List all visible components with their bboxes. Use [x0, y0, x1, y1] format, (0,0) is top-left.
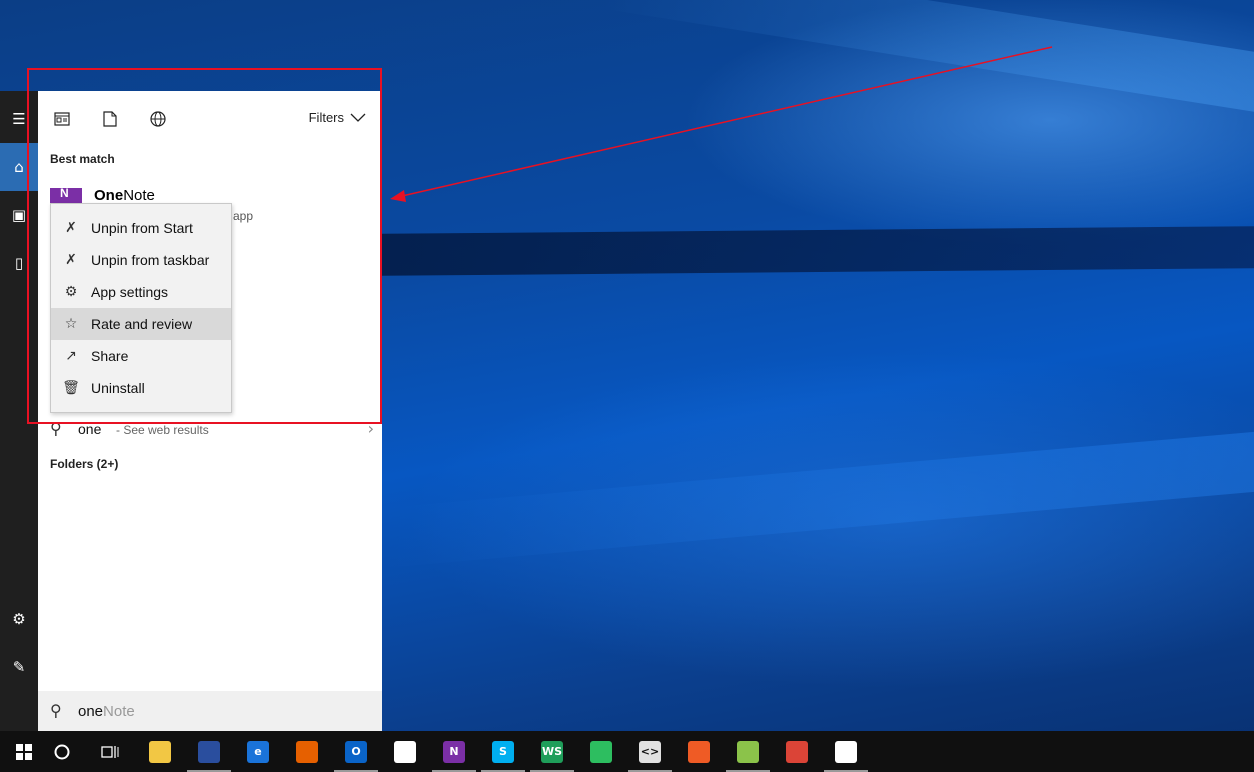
cortana-button[interactable]: [38, 731, 86, 772]
annotation-arrow: [390, 46, 1053, 202]
notepad-plus-icon: [737, 740, 759, 763]
taskbar-save-button[interactable]: [185, 731, 233, 772]
code-editor-icon: <>: [639, 740, 661, 763]
taskbar-skype-button[interactable]: S: [479, 731, 527, 772]
task-view-button[interactable]: [86, 731, 134, 772]
taskbar-evernote-button[interactable]: [577, 731, 625, 772]
taskbar-outlook-button[interactable]: O: [332, 731, 380, 772]
taskbar-file-explorer-button[interactable]: [136, 731, 184, 772]
taskbar-slack-button[interactable]: [381, 731, 429, 772]
taskbar-onenote-button[interactable]: N: [430, 731, 478, 772]
calculator-icon: [835, 740, 857, 763]
taskbar: e O N S WS <>: [0, 731, 1254, 772]
save-icon: [198, 740, 220, 763]
evernote-icon: [590, 740, 612, 763]
taskbar-notepad-plus-button[interactable]: [724, 731, 772, 772]
cortana-circle-icon: [54, 744, 70, 759]
taskbar-edge-button[interactable]: e: [234, 731, 282, 772]
webstorm-icon: WS: [541, 740, 563, 763]
taskbar-postman-button[interactable]: [675, 731, 723, 772]
taskbar-calculator-button[interactable]: [822, 731, 870, 772]
skype-icon: S: [492, 740, 514, 763]
onenote-icon: N: [443, 740, 465, 763]
postman-icon: [688, 740, 710, 763]
taskbar-firefox-button[interactable]: [283, 731, 331, 772]
outlook-icon: O: [345, 740, 367, 763]
taskbar-code-editor-button[interactable]: <>: [626, 731, 674, 772]
slack-icon: [394, 740, 416, 763]
firefox-icon: [296, 740, 318, 763]
chrome-icon: [786, 740, 808, 763]
file-explorer-icon: [149, 740, 171, 763]
taskbar-webstorm-button[interactable]: WS: [528, 731, 576, 772]
taskbar-chrome-button[interactable]: [773, 731, 821, 772]
task-view-icon: [101, 745, 119, 758]
edge-icon: e: [247, 740, 269, 763]
windows-logo-icon: [16, 743, 32, 760]
